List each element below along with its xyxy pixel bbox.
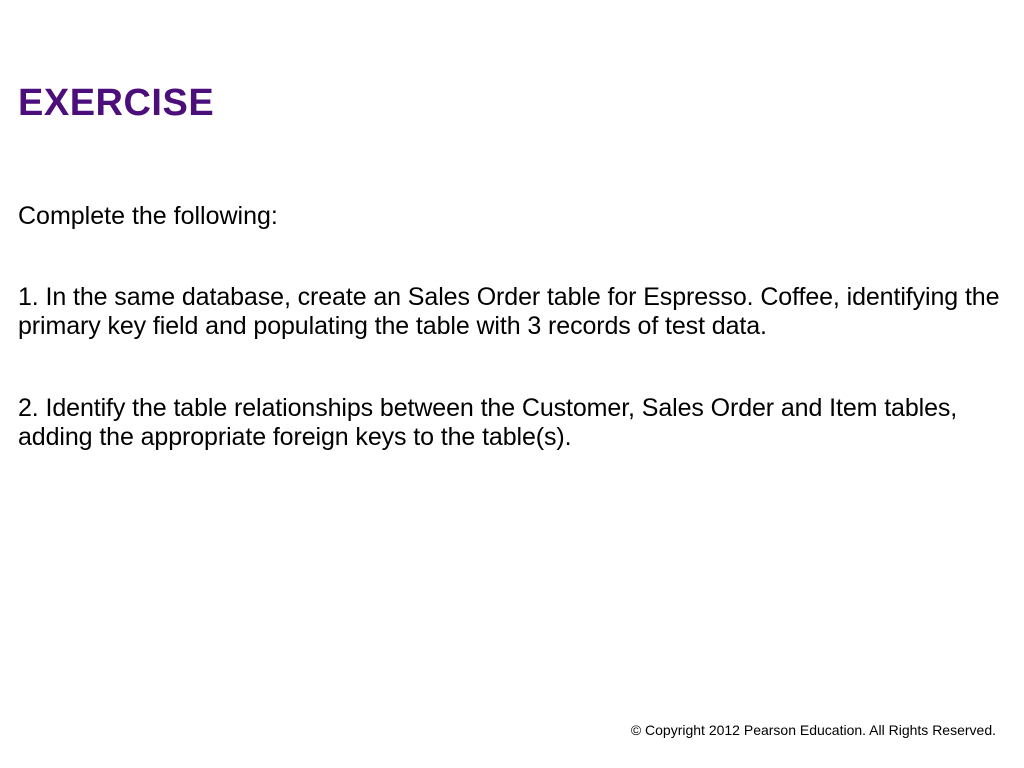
slide-container: EXERCISE Complete the following: 1. In t… [0, 0, 1024, 768]
exercise-item-2: 2. Identify the table relationships betw… [18, 394, 1006, 453]
slide-title: EXERCISE [18, 82, 1006, 125]
copyright-footer: © Copyright 2012 Pearson Education. All … [631, 722, 996, 738]
exercise-item-1: 1. In the same database, create an Sales… [18, 283, 1006, 342]
intro-text: Complete the following: [18, 203, 1006, 231]
